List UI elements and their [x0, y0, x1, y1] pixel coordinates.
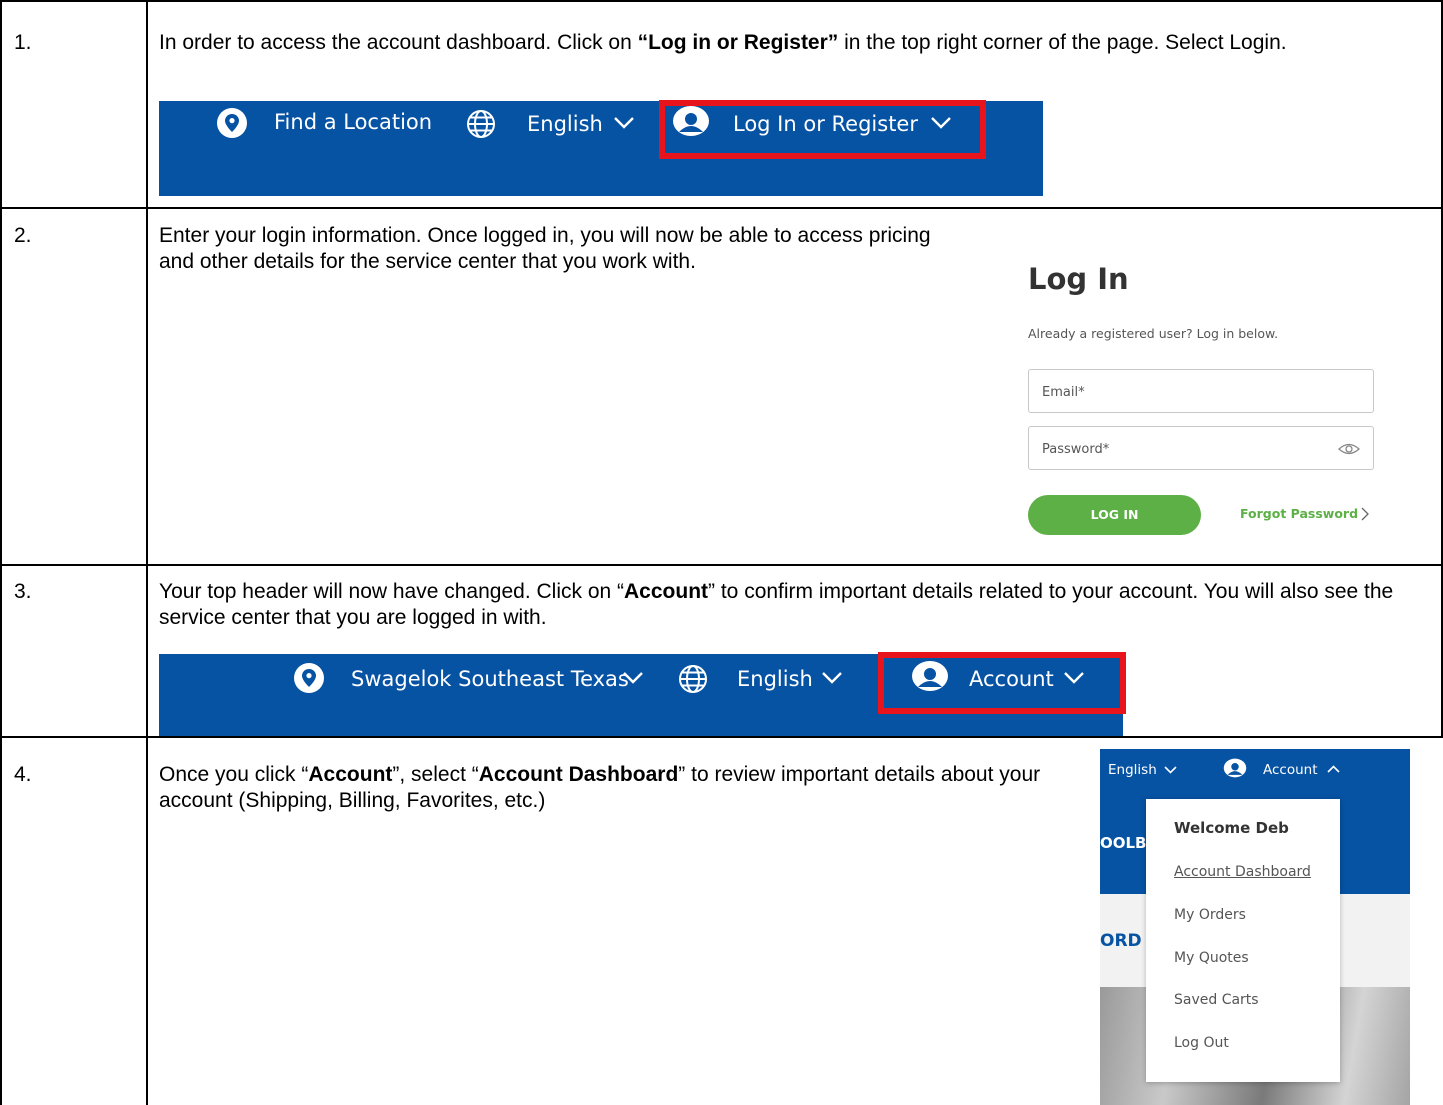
- table-border-top: [0, 0, 1443, 2]
- table-border-left: [0, 0, 2, 1105]
- instruction-text: Your top header will now have changed. C…: [159, 580, 625, 603]
- step-instruction: Enter your login information. Once logge…: [159, 224, 931, 273]
- dropdown-screenshot: OOLB ORD English Account Welcome Deb Acc…: [1100, 749, 1410, 1105]
- language-selector[interactable]: English: [1108, 762, 1157, 778]
- instruction-emphasis: “Log in or Register”: [637, 31, 839, 54]
- find-location-link[interactable]: Find a Location: [274, 109, 432, 135]
- instruction-emphasis: Account: [624, 580, 709, 603]
- password-field[interactable]: Password*: [1028, 426, 1374, 470]
- email-field[interactable]: Email*: [1028, 369, 1374, 413]
- globe-icon: [467, 110, 495, 138]
- menu-item-my-orders[interactable]: My Orders: [1174, 907, 1246, 923]
- language-selector[interactable]: English: [737, 666, 813, 692]
- chevron-up-icon: [1327, 765, 1340, 773]
- account-dropdown-menu: Welcome Deb Account Dashboard My Orders …: [1146, 799, 1340, 1082]
- menu-item-account-dashboard[interactable]: Account Dashboard: [1174, 864, 1311, 880]
- location-pin-icon: [217, 108, 247, 138]
- password-placeholder: Password*: [1042, 442, 1110, 457]
- chevron-down-icon: [822, 672, 842, 684]
- login-button[interactable]: LOG IN: [1028, 495, 1201, 535]
- row-divider-1: [0, 207, 1443, 209]
- chevron-right-icon: [1361, 507, 1369, 521]
- instruction-text: Once you click “: [159, 763, 309, 786]
- location-pin-icon: [294, 663, 324, 693]
- step-number: 3.: [14, 580, 32, 603]
- email-placeholder: Email*: [1042, 385, 1085, 400]
- welcome-greeting: Welcome Deb: [1174, 819, 1289, 837]
- account-menu-link[interactable]: Account: [1263, 762, 1318, 778]
- step-number: 2.: [14, 224, 32, 247]
- highlight-box: [878, 652, 1126, 714]
- language-selector[interactable]: English: [527, 111, 603, 137]
- forgot-password-label: Forgot Password: [1240, 506, 1359, 521]
- eye-icon[interactable]: [1338, 442, 1360, 456]
- user-avatar-icon: [1223, 758, 1247, 778]
- step-instruction: In order to access the account dashboard…: [159, 30, 1409, 56]
- table-border-mid: [146, 0, 148, 1105]
- login-title: Log In: [1028, 262, 1129, 296]
- login-subtitle: Already a registered user? Log in below.: [1028, 326, 1279, 341]
- login-button-label: LOG IN: [1090, 507, 1139, 522]
- step-number: 1.: [14, 31, 32, 54]
- service-center-selector[interactable]: Swagelok Southeast Texas: [351, 666, 629, 692]
- chevron-down-icon: [614, 117, 634, 129]
- row-divider-2: [0, 564, 1443, 566]
- highlight-box: [659, 100, 986, 159]
- menu-item-log-out[interactable]: Log Out: [1174, 1035, 1229, 1051]
- instruction-text: ”, select “: [392, 763, 479, 786]
- menu-item-saved-carts[interactable]: Saved Carts: [1174, 992, 1259, 1008]
- step-instruction: Your top header will now have changed. C…: [159, 579, 1421, 631]
- instruction-emphasis: Account: [308, 763, 393, 786]
- step-instruction: Once you click “Account”, select “Accoun…: [159, 762, 1071, 814]
- instruction-emphasis: Account Dashboard: [478, 763, 679, 786]
- chevron-down-icon: [1164, 766, 1177, 774]
- chevron-down-icon: [623, 672, 643, 684]
- background-text: ORD: [1100, 931, 1142, 951]
- instruction-text: in the top right corner of the page. Sel…: [838, 31, 1287, 54]
- globe-icon: [679, 665, 707, 693]
- row-divider-3: [0, 736, 1443, 738]
- instruction-text: In order to access the account dashboard…: [159, 31, 638, 54]
- background-text: OOLB: [1100, 834, 1147, 852]
- forgot-password-link[interactable]: Forgot Password: [1240, 506, 1358, 521]
- step-number: 4.: [14, 763, 32, 786]
- menu-item-my-quotes[interactable]: My Quotes: [1174, 950, 1249, 966]
